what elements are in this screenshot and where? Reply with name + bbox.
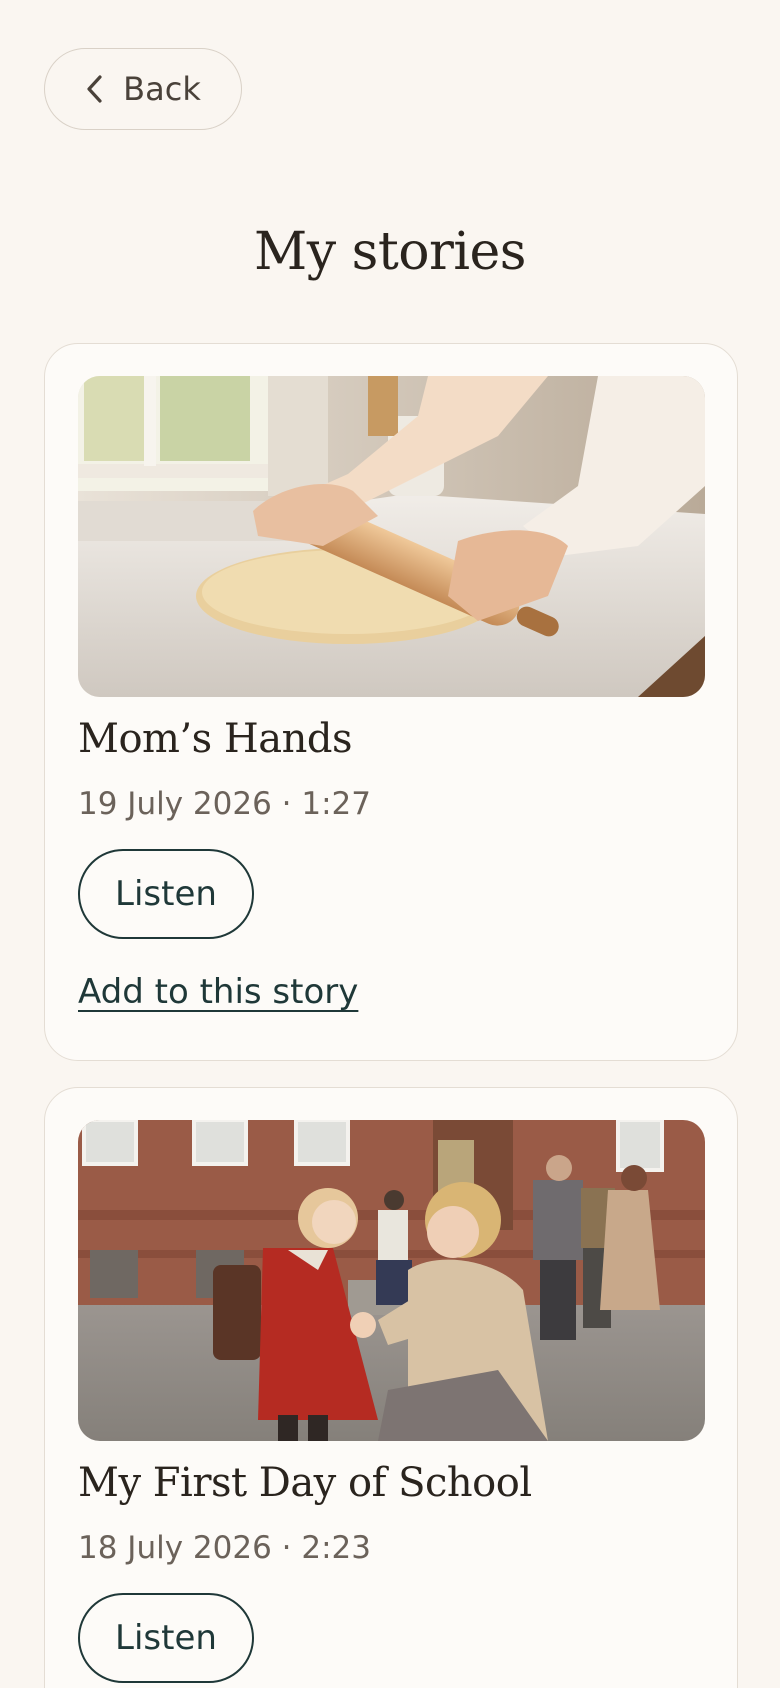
page-title: My stories bbox=[254, 222, 527, 282]
story-card: My First Day of School 18 July 2026 · 2:… bbox=[44, 1087, 738, 1688]
story-image[interactable] bbox=[78, 376, 705, 697]
story-title[interactable]: Mom’s Hands bbox=[78, 716, 353, 762]
add-to-story-link[interactable]: Add to this story bbox=[78, 972, 358, 1012]
back-button[interactable]: Back bbox=[44, 48, 242, 130]
story-date-duration: 19 July 2026 · 1:27 bbox=[78, 786, 371, 822]
story-image[interactable] bbox=[78, 1120, 705, 1441]
back-button-label: Back bbox=[123, 70, 201, 108]
listen-button[interactable]: Listen bbox=[78, 1593, 254, 1683]
story-card: Mom’s Hands 19 July 2026 · 1:27 Listen A… bbox=[44, 343, 738, 1061]
story-title[interactable]: My First Day of School bbox=[78, 1460, 532, 1506]
listen-button[interactable]: Listen bbox=[78, 849, 254, 939]
story-date-duration: 18 July 2026 · 2:23 bbox=[78, 1530, 371, 1566]
chevron-left-icon bbox=[85, 74, 105, 104]
